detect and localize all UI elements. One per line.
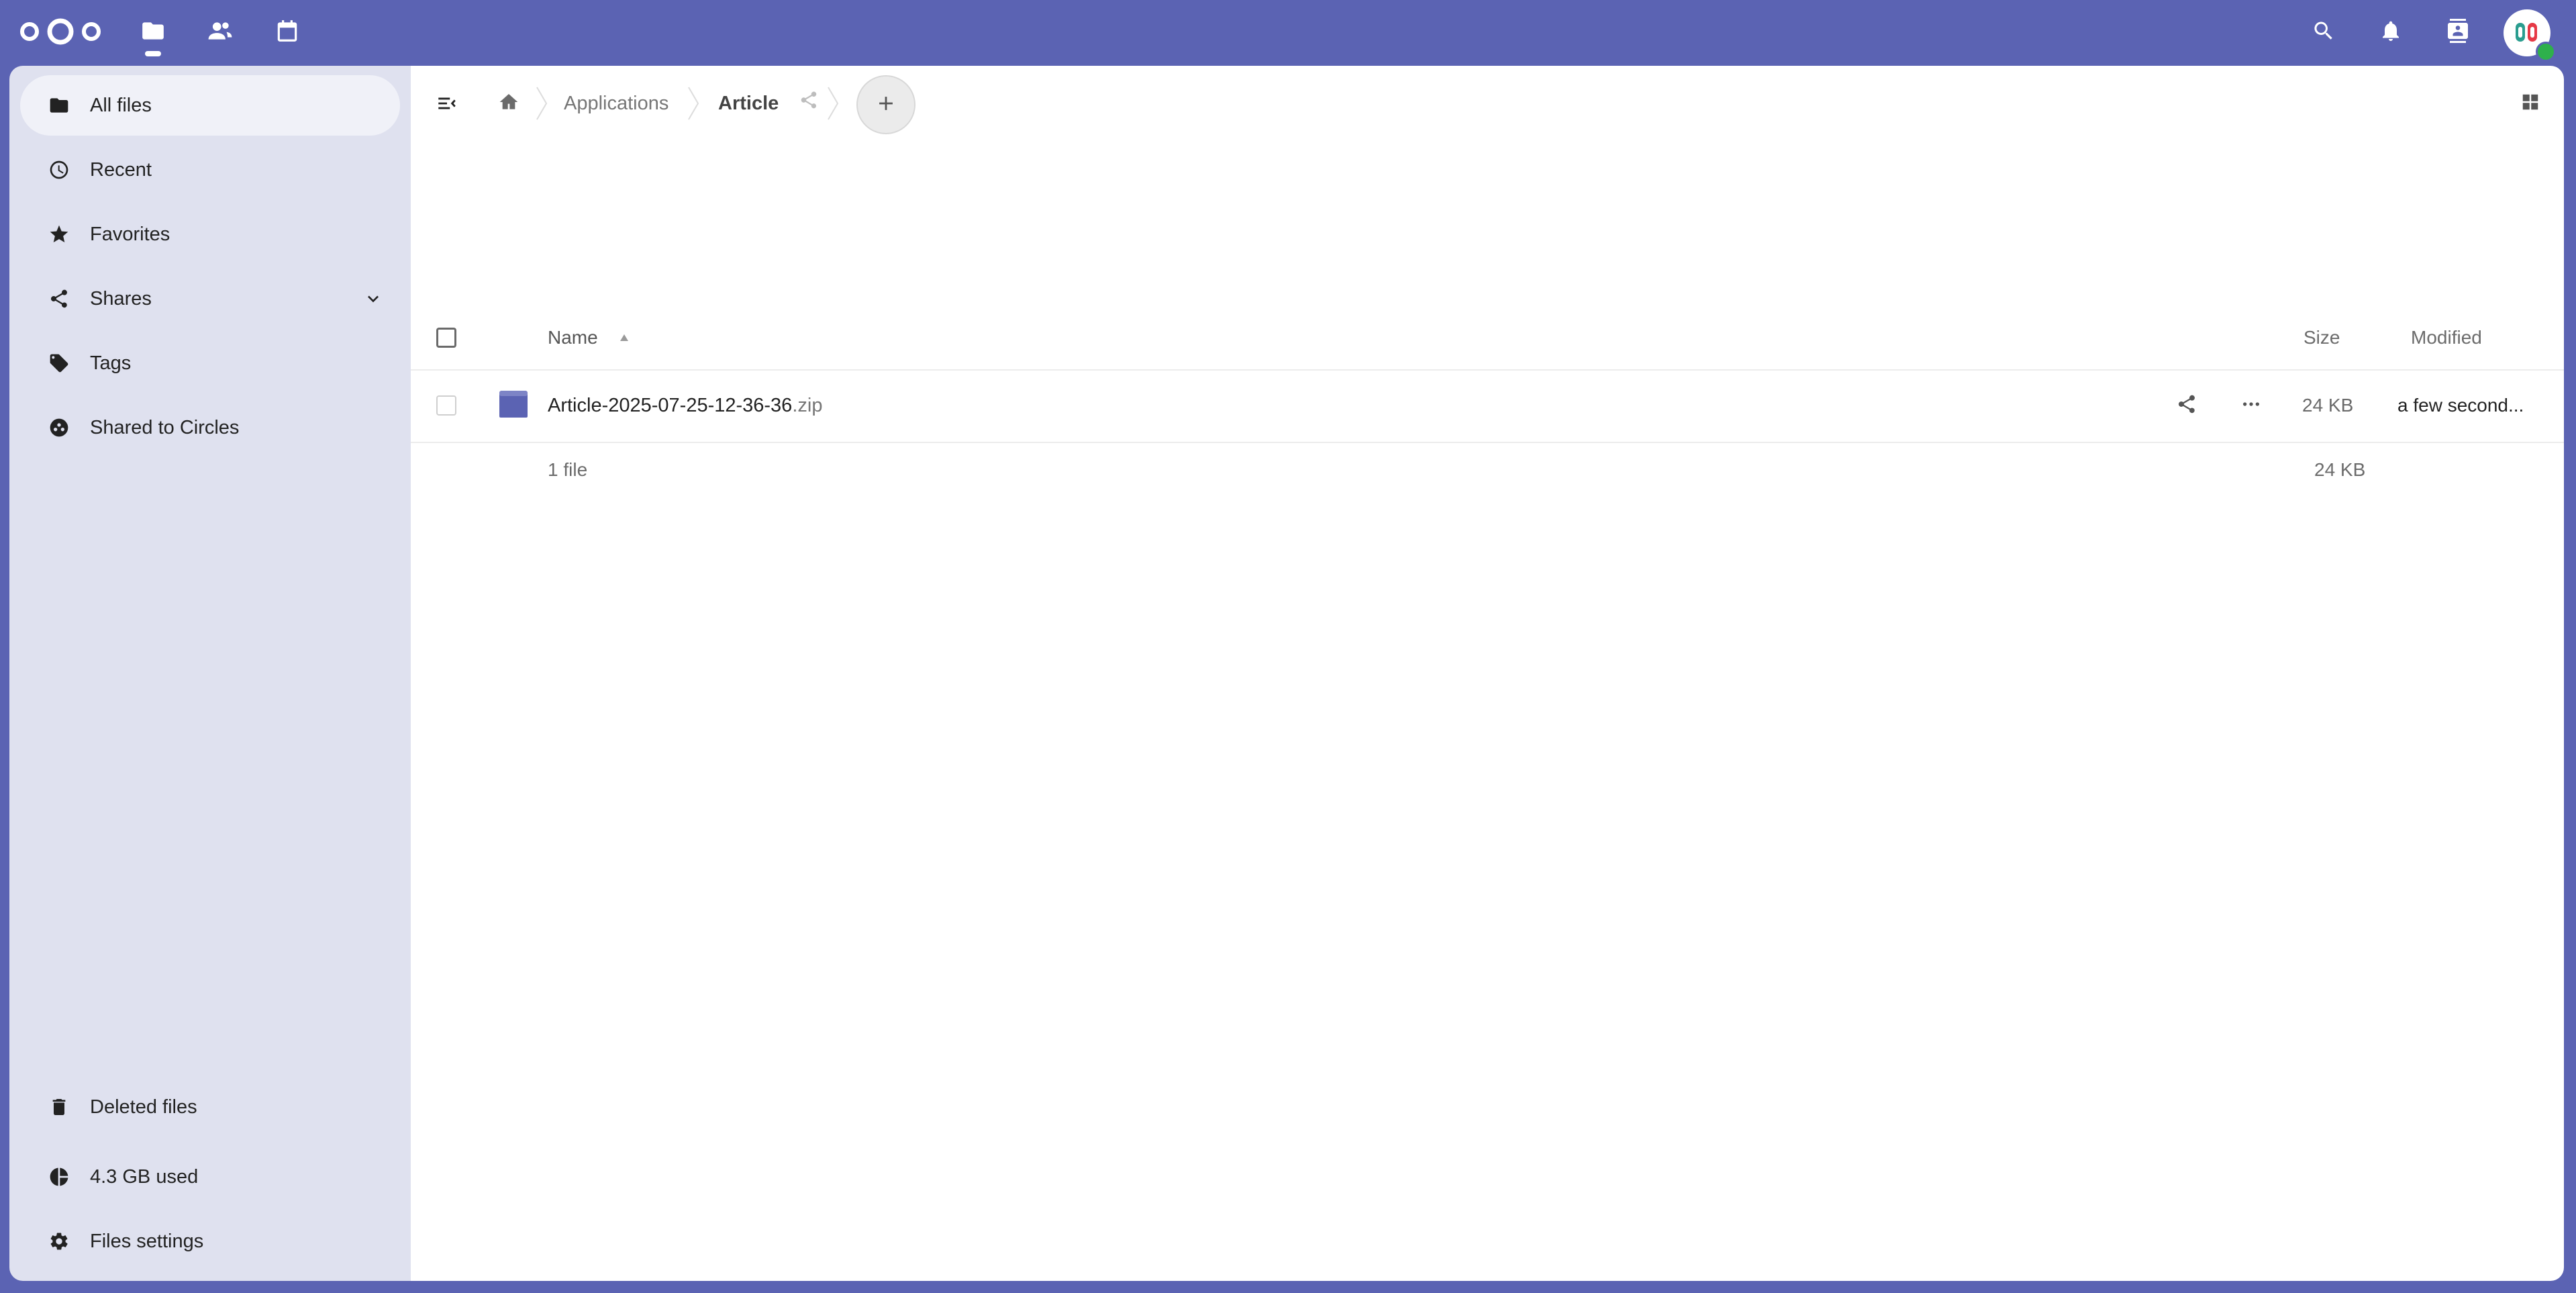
folder-icon <box>48 95 70 116</box>
column-header-size[interactable]: Size <box>2303 306 2340 369</box>
bell-icon <box>2379 19 2403 46</box>
search-icon <box>2312 19 2336 46</box>
search-button[interactable] <box>2305 15 2342 50</box>
sidebar-item-recent[interactable]: Recent <box>20 140 400 200</box>
file-table-header: Name Size Modified <box>411 306 2564 371</box>
sidebar-item-label: Tags <box>90 352 132 374</box>
file-list-summary: 1 file 24 KB <box>411 451 2564 489</box>
avatar-image <box>2516 23 2537 42</box>
grid-view-toggle-button[interactable] <box>2513 86 2548 121</box>
sidebar-item-shared-to-circles[interactable]: Shared to Circles <box>20 397 400 458</box>
column-header-name[interactable]: Name <box>548 306 598 369</box>
sidebar-item-label: Favorites <box>90 224 170 245</box>
pie-chart-icon <box>48 1166 70 1188</box>
contacts-icon <box>207 18 233 47</box>
sidebar-item-tags[interactable]: Tags <box>20 333 400 393</box>
sidebar-item-label: Files settings <box>90 1231 204 1252</box>
tag-icon <box>48 352 70 374</box>
plus-icon <box>875 92 897 118</box>
breadcrumb-home[interactable] <box>491 86 526 121</box>
summary-total-size: 24 KB <box>2314 459 2366 480</box>
sidebar-item-shares[interactable]: Shares <box>20 269 400 329</box>
summary-file-count: 1 file <box>548 459 588 480</box>
breadcrumb-separator <box>686 85 701 122</box>
contacts-menu-button[interactable] <box>2439 15 2477 50</box>
file-basename: Article-2025-07-25-12-36-36 <box>548 395 793 416</box>
nextcloud-logo[interactable] <box>17 16 103 47</box>
sidebar-item-favorites[interactable]: Favorites <box>20 204 400 265</box>
breadcrumb-item-article[interactable]: Article <box>718 86 779 121</box>
contacts-menu-icon <box>2446 18 2470 46</box>
trash-icon <box>48 1096 70 1118</box>
sidebar-item-storage-usage[interactable]: 4.3 GB used <box>20 1147 400 1207</box>
file-actions-button[interactable] <box>2234 388 2269 423</box>
sidebar-item-label: Deleted files <box>90 1096 197 1118</box>
app-contacts-button[interactable] <box>201 15 239 50</box>
file-list-area: Applications Article Name Size Modified <box>411 66 2564 1281</box>
gear-icon <box>48 1231 70 1252</box>
sidebar-item-all-files[interactable]: All files <box>20 75 400 136</box>
sidebar-item-deleted-files[interactable]: Deleted files <box>20 1077 400 1137</box>
star-icon <box>48 224 70 245</box>
breadcrumb-item-applications[interactable]: Applications <box>564 86 668 121</box>
chevron-down-icon[interactable] <box>362 288 384 309</box>
file-name[interactable]: Article-2025-07-25-12-36-36.zip <box>548 369 822 442</box>
home-icon <box>498 91 519 116</box>
sort-ascending-icon <box>620 334 628 341</box>
sidebar-item-label: Recent <box>90 159 152 181</box>
share-icon[interactable] <box>799 90 823 114</box>
column-header-modified[interactable]: Modified <box>2411 306 2482 369</box>
storage-usage-label: 4.3 GB used <box>90 1166 199 1188</box>
app-calendar-button[interactable] <box>268 15 306 50</box>
new-file-button[interactable] <box>856 75 915 134</box>
share-icon <box>48 288 70 309</box>
menu-collapse-icon <box>436 92 458 118</box>
more-horizontal-icon <box>2240 393 2262 418</box>
share-file-button[interactable] <box>2169 388 2204 423</box>
zip-archive-icon <box>499 391 528 418</box>
breadcrumb-separator <box>534 85 549 122</box>
file-size: 24 KB <box>2302 395 2354 416</box>
user-avatar[interactable] <box>2504 9 2556 62</box>
clock-icon <box>48 159 70 181</box>
circles-icon <box>48 417 70 438</box>
row-checkbox[interactable] <box>436 395 456 416</box>
file-extension: .zip <box>792 395 823 416</box>
grid-icon <box>2520 92 2540 115</box>
navigation-sidebar: All files Recent Favorites Shares Tags S… <box>9 66 411 1281</box>
notifications-button[interactable] <box>2372 15 2410 50</box>
sidebar-item-label: Shares <box>90 288 152 309</box>
active-app-indicator <box>145 51 161 56</box>
online-status-badge <box>2536 42 2556 62</box>
app-files-button[interactable] <box>134 15 172 50</box>
table-row[interactable]: Article-2025-07-25-12-36-36.zip 24 KB a … <box>411 369 2564 443</box>
toggle-navigation-button[interactable] <box>430 87 464 122</box>
calendar-icon <box>275 18 300 47</box>
sidebar-item-files-settings[interactable]: Files settings <box>20 1211 400 1272</box>
sidebar-item-label: Shared to Circles <box>90 417 240 438</box>
sidebar-item-label: All files <box>90 95 152 116</box>
share-icon <box>2176 393 2197 418</box>
file-modified: a few second... <box>2397 395 2524 416</box>
folder-icon <box>140 18 166 47</box>
select-all-checkbox[interactable] <box>436 328 456 348</box>
breadcrumb-separator <box>826 85 840 122</box>
header <box>0 0 2576 66</box>
